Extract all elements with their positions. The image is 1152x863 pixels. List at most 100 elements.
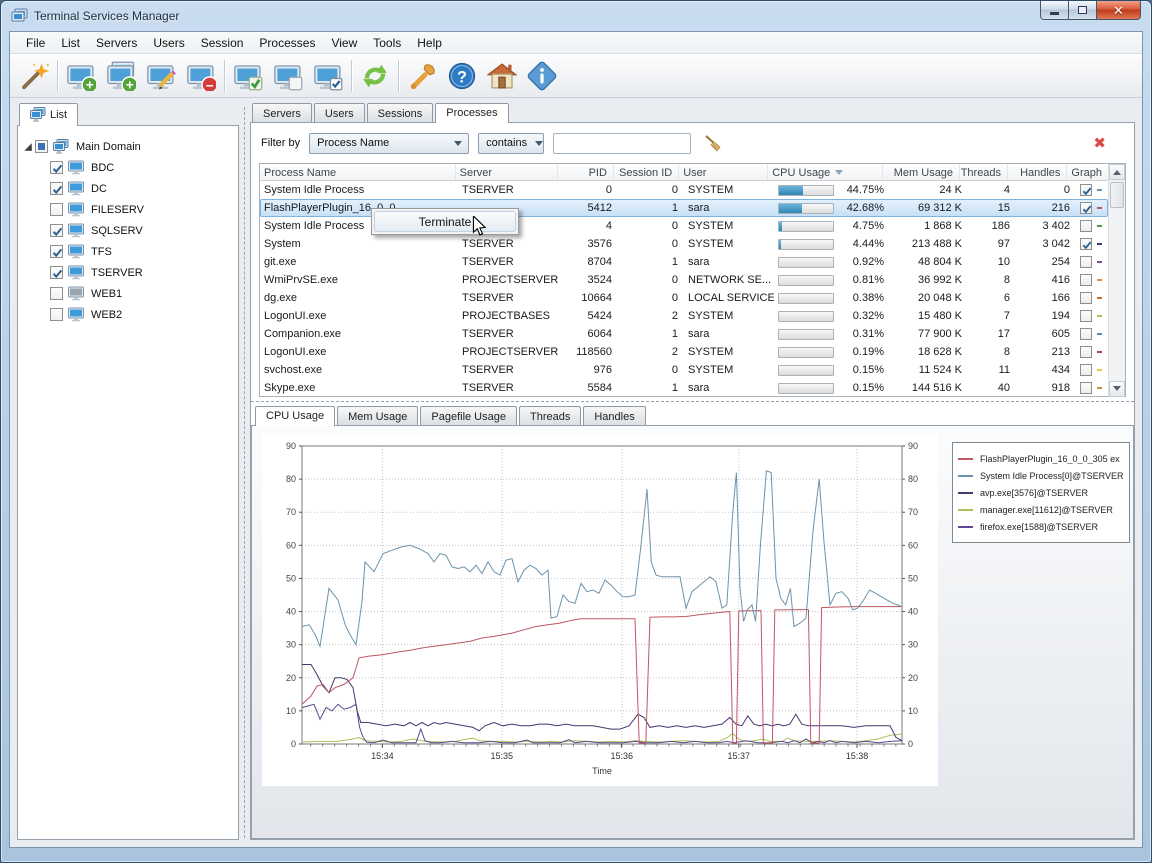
column-header-pid[interactable]: PID [558,164,614,180]
minimize-button[interactable] [1040,1,1069,20]
tree-item-bdc[interactable]: BDC [22,157,234,178]
menu-file[interactable]: File [18,34,53,52]
title-bar[interactable]: Terminal Services Manager ✕ [1,1,1151,31]
graph-checkbox[interactable] [1080,364,1092,376]
tree-item-web1[interactable]: WEB1 [22,283,234,304]
server-checkbox[interactable] [50,308,63,321]
help-button[interactable]: ? [442,57,482,95]
tab-users[interactable]: Users [313,103,365,122]
scroll-down-button[interactable] [1109,381,1125,397]
table-row[interactable]: LogonUI.exe PROJECTSERVER 118560 2 SYSTEM 0.1… [260,343,1108,361]
server-checkbox-button[interactable] [308,57,348,95]
home-button[interactable] [482,57,522,95]
tree-item-main-domain[interactable]: Main Domain [22,136,234,157]
scrollbar-thumb[interactable] [1110,182,1124,208]
refresh-button[interactable] [355,57,395,95]
tree-item-dc[interactable]: DC [22,178,234,199]
chart-tab-threads[interactable]: Threads [518,406,582,425]
table-row[interactable]: Skype.exe TSERVER 5584 1 sara 0.15% 144 516 K 4… [260,379,1108,397]
clear-filter-button[interactable] [700,130,726,156]
close-filter-icon[interactable]: ✖ [1093,134,1106,152]
table-row[interactable]: System Idle Process TSERVER 0 0 SYSTEM 44.75%… [260,181,1108,199]
column-header-graph[interactable]: Graph [1067,164,1108,180]
magic-wand-button[interactable] [14,57,54,95]
graph-checkbox[interactable] [1080,274,1092,286]
menu-processes[interactable]: Processes [251,34,323,52]
graph-checkbox[interactable] [1080,310,1092,322]
horizontal-splitter[interactable] [251,397,1134,406]
tree-item-sqlserv[interactable]: SQLSERV [22,220,234,241]
vertical-splitter[interactable] [239,103,250,840]
server-add-button[interactable]: + [61,57,101,95]
scrollbar-track[interactable] [1109,180,1125,381]
chart-tab-cpu-usage[interactable]: CPU Usage [255,406,336,426]
graph-checkbox[interactable] [1080,382,1092,394]
graph-checkbox[interactable] [1080,256,1092,268]
server-blank-button[interactable] [268,57,308,95]
server-checkbox[interactable] [50,266,63,279]
filter-field-select[interactable]: Process Name [309,132,470,154]
table-row[interactable]: LogonUI.exe PROJECTBASES 5424 2 SYSTEM 0.32% 1… [260,307,1108,325]
context-menu-item-terminate[interactable]: Terminate [374,211,516,232]
menu-tools[interactable]: Tools [365,34,409,52]
graph-checkbox[interactable] [1080,346,1092,358]
column-header-process-name[interactable]: Process Name [260,164,456,180]
table-row[interactable]: git.exe TSERVER 8704 1 sara 0.92% 48 804 K 10 25… [260,253,1108,271]
expander-icon[interactable] [24,142,32,151]
column-header-server[interactable]: Server [456,164,559,180]
menu-users[interactable]: Users [145,34,192,52]
server-checkbox[interactable] [50,245,63,258]
graph-checkbox[interactable] [1080,328,1092,340]
menu-session[interactable]: Session [193,34,252,52]
graph-checkbox[interactable] [1080,184,1092,196]
chart-tab-mem-usage[interactable]: Mem Usage [337,406,419,425]
servers-add-button[interactable]: + [101,57,141,95]
column-header-user[interactable]: User [679,164,769,180]
menu-help[interactable]: Help [409,34,450,52]
tab-sessions[interactable]: Sessions [366,103,434,122]
tab-servers[interactable]: Servers [252,103,312,122]
menu-list[interactable]: List [53,34,88,52]
column-header-mem-usage[interactable]: Mem Usage [883,164,961,180]
filter-operator-select[interactable]: contains [478,132,545,154]
tree-item-web2[interactable]: WEB2 [22,304,234,325]
column-header-session-id[interactable]: Session ID [614,164,680,180]
wrench-button[interactable] [402,57,442,95]
graph-checkbox[interactable] [1080,238,1092,250]
graph-checkbox[interactable] [1080,202,1092,214]
tree-item-tfs[interactable]: TFS [22,241,234,262]
menu-servers[interactable]: Servers [88,34,145,52]
server-checkbox[interactable] [50,287,63,300]
chart-tab-pagefile-usage[interactable]: Pagefile Usage [420,406,517,425]
graph-checkbox[interactable] [1080,292,1092,304]
server-check-button[interactable] [228,57,268,95]
column-header-handles[interactable]: Handles [1008,164,1068,180]
tab-processes[interactable]: Processes [435,103,509,123]
table-row[interactable]: svchost.exe TSERVER 976 0 SYSTEM 0.15% 11 524 … [260,361,1108,379]
server-remove-button[interactable]: – [181,57,221,95]
column-header-cpu-usage[interactable]: CPU Usage [768,164,883,180]
tree-item-tserver[interactable]: TSERVER [22,262,234,283]
scroll-up-button[interactable] [1109,164,1125,180]
filter-query-input[interactable] [553,132,692,154]
tab-list[interactable]: List [19,103,79,126]
menu-view[interactable]: View [323,34,365,52]
table-scrollbar[interactable] [1108,164,1125,397]
close-button[interactable]: ✕ [1096,1,1141,20]
info-button[interactable] [522,57,562,95]
tree-item-fileserv[interactable]: FILESERV [22,199,234,220]
chart-tab-handles[interactable]: Handles [583,406,646,425]
domain-checkbox[interactable] [35,140,48,153]
server-checkbox[interactable] [50,203,63,216]
graph-checkbox[interactable] [1080,220,1092,232]
server-edit-button[interactable] [141,57,181,95]
table-row[interactable]: Companion.exe TSERVER 6064 1 sara 0.31% 77 900… [260,325,1108,343]
server-checkbox[interactable] [50,182,63,195]
server-checkbox[interactable] [50,161,63,174]
table-row[interactable]: WmiPrvSE.exe PROJECTSERVER 3524 0 NETWORK SE… [260,271,1108,289]
table-row[interactable]: System TSERVER 3576 0 SYSTEM 4.44% 213 488 K 97… [260,235,1108,253]
server-checkbox[interactable] [50,224,63,237]
column-header-threads[interactable]: Threads [960,164,1009,180]
maximize-button[interactable] [1069,1,1096,20]
table-row[interactable]: dg.exe TSERVER 10664 0 LOCAL SERVICE 0.38% 20 … [260,289,1108,307]
